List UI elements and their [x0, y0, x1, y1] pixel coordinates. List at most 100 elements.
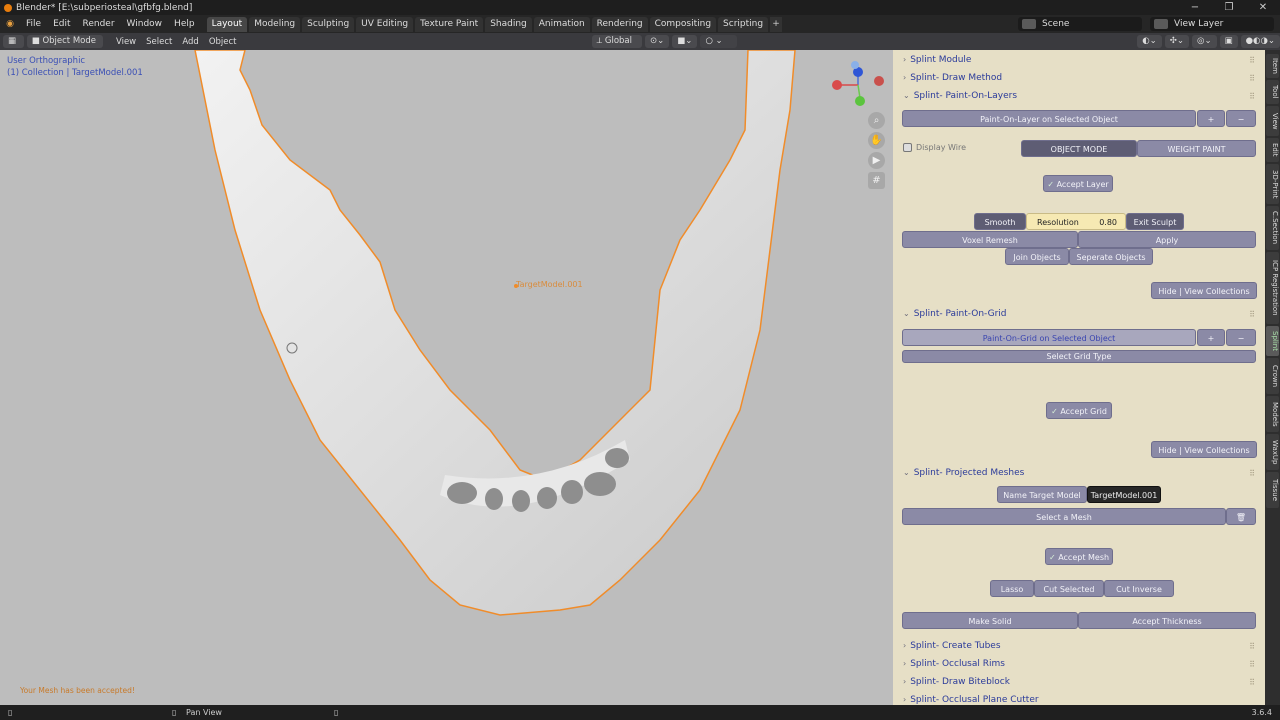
gizmo-x-icon[interactable] [832, 80, 842, 90]
display-wire-checkbox[interactable] [903, 143, 912, 152]
panel-projected-meshes[interactable]: ⌄ Splint- Projected Meshes [903, 468, 1024, 478]
tab-3d-print[interactable]: 3D-Print [1266, 164, 1279, 204]
tab-c-section[interactable]: C.Section [1266, 206, 1279, 250]
tab-texture-paint[interactable]: Texture Paint [415, 16, 484, 32]
panel-draw-method[interactable]: › Splint- Draw Method [903, 73, 1002, 83]
smooth-button[interactable]: Smooth [974, 213, 1026, 230]
gizmo-y-icon[interactable] [855, 96, 865, 106]
grid-icon[interactable]: # [868, 172, 885, 189]
menu-render[interactable]: Render [77, 15, 121, 33]
drag-handle-icon[interactable]: ⠿ [1249, 92, 1255, 101]
panel-create-tubes[interactable]: › Splint- Create Tubes [903, 641, 1001, 651]
3d-viewport[interactable]: User Orthographic (1) Collection | Targe… [0, 50, 893, 705]
scene-selector[interactable]: Scene [1018, 17, 1142, 31]
jaw-mesh[interactable] [194, 50, 796, 616]
remove-layer-button[interactable]: − [1226, 110, 1256, 127]
visibility-icon[interactable]: ◐⌄ [1137, 35, 1162, 48]
paint-on-layer-button[interactable]: Paint-On-Layer on Selected Object [902, 110, 1196, 127]
tab-icp-registration[interactable]: ICP Registration [1266, 252, 1279, 324]
overlay-icon[interactable]: ◎⌄ [1192, 35, 1217, 48]
drag-handle-icon[interactable]: ⠿ [1249, 56, 1255, 65]
tab-shading[interactable]: Shading [485, 16, 532, 32]
gizmo-icon[interactable]: ✣⌄ [1164, 35, 1190, 48]
minimize-icon[interactable]: − [1178, 0, 1212, 15]
pivot-icon[interactable]: ⊙⌄ [645, 35, 670, 48]
menu-window[interactable]: Window [121, 15, 169, 33]
menu-view[interactable]: View [111, 37, 141, 47]
paint-on-grid-button[interactable]: Paint-On-Grid on Selected Object [902, 329, 1196, 346]
panel-occlusal-rims[interactable]: › Splint- Occlusal Rims [903, 659, 1005, 669]
tab-modeling[interactable]: Modeling [249, 16, 301, 32]
trash-icon[interactable]: 🗑 [1226, 508, 1256, 525]
join-objects-button[interactable]: Join Objects [1005, 248, 1069, 265]
xray-icon[interactable]: ▣ [1219, 35, 1238, 48]
hide-view-collections-grid-button[interactable]: Hide | View Collections [1151, 441, 1257, 458]
orientation-selector[interactable]: ⟂ Global ⌄ [591, 35, 643, 59]
maximize-icon[interactable]: ❐ [1212, 0, 1246, 15]
cut-inverse-button[interactable]: Cut Inverse [1104, 580, 1174, 597]
tab-rendering[interactable]: Rendering [591, 16, 648, 32]
target-model-field[interactable]: TargetModel.001 [1087, 486, 1161, 503]
tab-sculpting[interactable]: Sculpting [302, 16, 355, 32]
menu-add[interactable]: Add [177, 37, 203, 47]
tab-waxup[interactable]: WaxUp [1266, 434, 1279, 470]
panel-splint-module[interactable]: › Splint Module [903, 55, 971, 65]
apply-button[interactable]: Apply [1078, 231, 1256, 248]
close-icon[interactable]: ✕ [1246, 0, 1280, 15]
drag-handle-icon[interactable]: ⠿ [1249, 642, 1255, 651]
separate-objects-button[interactable]: Seperate Objects [1069, 248, 1153, 265]
tab-splint[interactable]: Splint [1266, 326, 1279, 356]
drag-handle-icon[interactable]: ⠿ [1249, 469, 1255, 478]
menu-file[interactable]: File [20, 15, 47, 33]
blender-menu-icon[interactable]: ◉ [0, 19, 20, 29]
exit-sculpt-button[interactable]: Exit Sculpt [1126, 213, 1184, 230]
accept-thickness-button[interactable]: Accept Thickness [1078, 612, 1256, 629]
select-grid-type-dropdown[interactable]: Select Grid Type [902, 350, 1256, 363]
accept-grid-button[interactable]: ✓ Accept Grid [1046, 402, 1112, 419]
gizmo-neg-x-icon[interactable] [874, 76, 884, 86]
add-grid-button[interactable]: + [1197, 329, 1225, 346]
lasso-button[interactable]: Lasso [990, 580, 1034, 597]
mode-selector[interactable]: ■ Object Mode ⌄ [26, 35, 103, 59]
camera-icon[interactable]: ▶ [868, 152, 885, 169]
snap-icon[interactable]: ■⌄ [672, 35, 698, 48]
menu-edit[interactable]: Edit [47, 15, 76, 33]
drag-handle-icon[interactable]: ⠿ [1249, 678, 1255, 687]
tab-layout[interactable]: Layout [206, 16, 248, 32]
tab-uv-editing[interactable]: UV Editing [356, 16, 414, 32]
drag-handle-icon[interactable]: ⠿ [1249, 310, 1255, 319]
tab-view[interactable]: View [1266, 106, 1279, 136]
tab-animation[interactable]: Animation [533, 16, 590, 32]
cut-selected-button[interactable]: Cut Selected [1034, 580, 1104, 597]
tab-item[interactable]: Item [1266, 54, 1279, 78]
accept-mesh-button[interactable]: ✓ Accept Mesh [1045, 548, 1113, 565]
tab-crown[interactable]: Crown [1266, 358, 1279, 394]
shading-icon[interactable]: ●◐◑⌄ [1240, 35, 1280, 48]
drag-handle-icon[interactable]: ⠿ [1249, 660, 1255, 669]
tab-compositing[interactable]: Compositing [649, 16, 717, 32]
tab-tool[interactable]: Tool [1266, 80, 1279, 104]
voxel-remesh-button[interactable]: Voxel Remesh [902, 231, 1078, 248]
select-mesh-dropdown[interactable]: Select a Mesh [902, 508, 1226, 525]
tab-scripting[interactable]: Scripting [718, 16, 769, 32]
pan-hand-icon[interactable]: ✋ [868, 132, 885, 149]
menu-select[interactable]: Select [141, 37, 177, 47]
tab-edit[interactable]: Edit [1266, 138, 1279, 162]
panel-occlusal-plane-cutter[interactable]: › Splint- Occlusal Plane Cutter [903, 695, 1039, 705]
view-layer-selector[interactable]: View Layer [1150, 17, 1274, 31]
weight-paint-button[interactable]: WEIGHT PAINT [1137, 140, 1256, 157]
proportional-edit-icon[interactable]: ○ ⌄ [700, 35, 738, 48]
panel-paint-on-grid[interactable]: ⌄ Splint- Paint-On-Grid [903, 309, 1007, 319]
hide-view-collections-button[interactable]: Hide | View Collections [1151, 282, 1257, 299]
gizmo-neg-z-icon[interactable] [851, 61, 859, 69]
panel-paint-on-layers[interactable]: ⌄ Splint- Paint-On-Layers [903, 91, 1017, 101]
tab-tissue[interactable]: Tissue [1266, 472, 1279, 508]
resolution-field[interactable]: Resolution 0.80 [1026, 213, 1126, 230]
accept-layer-button[interactable]: ✓ Accept Layer [1043, 175, 1113, 192]
object-mode-button[interactable]: OBJECT MODE [1021, 140, 1137, 157]
jaw-model[interactable] [0, 50, 893, 705]
menu-object[interactable]: Object [204, 37, 242, 47]
drag-handle-icon[interactable]: ⠿ [1249, 74, 1255, 83]
add-layer-button[interactable]: + [1197, 110, 1225, 127]
tab-models[interactable]: Models [1266, 396, 1279, 432]
